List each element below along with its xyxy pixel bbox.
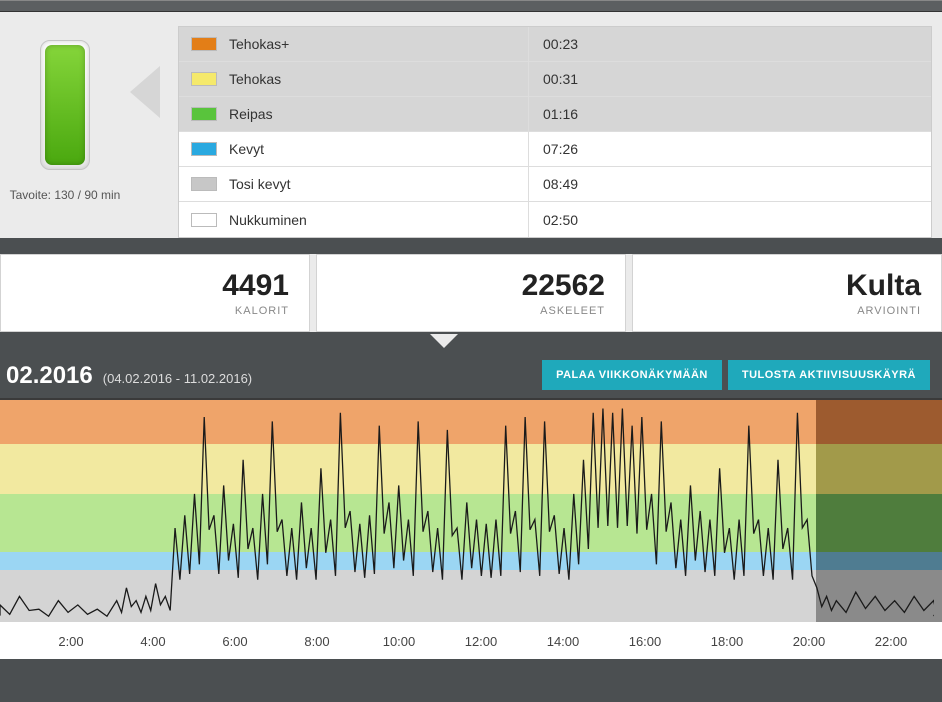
activity-label-cell: Reipas	[179, 97, 529, 131]
x-tick: 20:00	[768, 634, 850, 649]
activity-label: Kevyt	[229, 141, 264, 157]
kpi-calories-label: KALORIT	[235, 305, 289, 317]
activity-swatch	[191, 37, 217, 51]
toolbar-buttons: PALAA VIIKKONÄKYMÄÄN TULOSTA AKTIIVISUUS…	[542, 360, 930, 390]
notch-icon	[430, 334, 458, 348]
activity-swatch	[191, 107, 217, 121]
activity-label: Tosi kevyt	[229, 176, 290, 192]
activity-swatch	[191, 72, 217, 86]
x-tick: 2:00	[30, 634, 112, 649]
activity-swatch	[191, 142, 217, 156]
kpi-steps: 22562 ASKELEET	[316, 254, 626, 332]
pointer-icon	[130, 66, 160, 118]
x-tick: 12:00	[440, 634, 522, 649]
activity-label-cell: Kevyt	[179, 132, 529, 166]
kpi-row: 4491 KALORIT 22562 ASKELEET Kulta ARVIOI…	[0, 254, 942, 332]
goal-battery-icon	[40, 40, 90, 170]
activity-row: Kevyt 07:26	[179, 132, 931, 167]
activity-duration: 08:49	[529, 176, 869, 192]
activity-label: Tehokas+	[229, 36, 289, 52]
print-curve-button[interactable]: TULOSTA AKTIIVISUUSKÄYRÄ	[728, 360, 930, 390]
kpi-calories-value: 4491	[222, 269, 289, 303]
date-range: (04.02.2016 - 11.02.2016)	[103, 371, 252, 386]
kpi-steps-value: 22562	[522, 269, 605, 303]
activity-duration: 02:50	[529, 212, 869, 228]
date-big: 02.2016	[6, 362, 93, 390]
activity-label-cell: Tosi kevyt	[179, 167, 529, 201]
kpi-grade-label: ARVIOINTI	[857, 305, 921, 317]
x-tick: 4:00	[112, 634, 194, 649]
activity-row: Reipas 01:16	[179, 97, 931, 132]
activity-row: Tosi kevyt 08:49	[179, 167, 931, 202]
kpi-grade: Kulta ARVIOINTI	[632, 254, 942, 332]
activity-chart: 2:004:006:008:0010:0012:0014:0016:0018:0…	[0, 398, 942, 659]
pointer	[130, 26, 178, 118]
activity-row: Tehokas+ 00:23	[179, 27, 931, 62]
back-to-week-button[interactable]: PALAA VIIKKONÄKYMÄÄN	[542, 360, 722, 390]
activity-duration: 01:16	[529, 106, 869, 122]
kpi-steps-label: ASKELEET	[540, 305, 605, 317]
activity-label: Tehokas	[229, 71, 281, 87]
x-tick: 6:00	[194, 634, 276, 649]
activity-label-cell: Nukkuminen	[179, 202, 529, 237]
chart-x-axis: 2:004:006:008:0010:0012:0014:0016:0018:0…	[0, 622, 942, 649]
goal-battery-fill	[45, 45, 85, 165]
activity-label: Reipas	[229, 106, 273, 122]
goal-column: Tavoite: 130 / 90 min	[0, 26, 130, 202]
date-heading: 02.2016 (04.02.2016 - 11.02.2016)	[6, 362, 252, 390]
summary-panel: Tavoite: 130 / 90 min Tehokas+ 00:23 Teh…	[0, 12, 942, 238]
x-tick: 16:00	[604, 634, 686, 649]
kpi-calories: 4491 KALORIT	[0, 254, 310, 332]
activity-label: Nukkuminen	[229, 212, 307, 228]
activity-swatch	[191, 177, 217, 191]
activity-duration: 00:23	[529, 36, 869, 52]
activity-levels-table: Tehokas+ 00:23 Tehokas 00:31 Reipas 01:1…	[178, 26, 932, 238]
x-tick: 18:00	[686, 634, 768, 649]
goal-caption: Tavoite: 130 / 90 min	[10, 188, 121, 202]
kpi-grade-value: Kulta	[846, 269, 921, 303]
x-tick: 8:00	[276, 634, 358, 649]
activity-label-cell: Tehokas+	[179, 27, 529, 61]
activity-duration: 07:26	[529, 141, 869, 157]
activity-swatch	[191, 213, 217, 227]
activity-curve	[0, 400, 934, 622]
app-top-strip	[0, 0, 942, 12]
chart-frame	[0, 398, 942, 622]
date-toolbar: 02.2016 (04.02.2016 - 11.02.2016) PALAA …	[0, 338, 942, 398]
x-tick: 10:00	[358, 634, 440, 649]
activity-label-cell: Tehokas	[179, 62, 529, 96]
activity-duration: 00:31	[529, 71, 869, 87]
x-tick: 14:00	[522, 634, 604, 649]
activity-row: Tehokas 00:31	[179, 62, 931, 97]
x-tick: 22:00	[850, 634, 932, 649]
activity-row: Nukkuminen 02:50	[179, 202, 931, 237]
